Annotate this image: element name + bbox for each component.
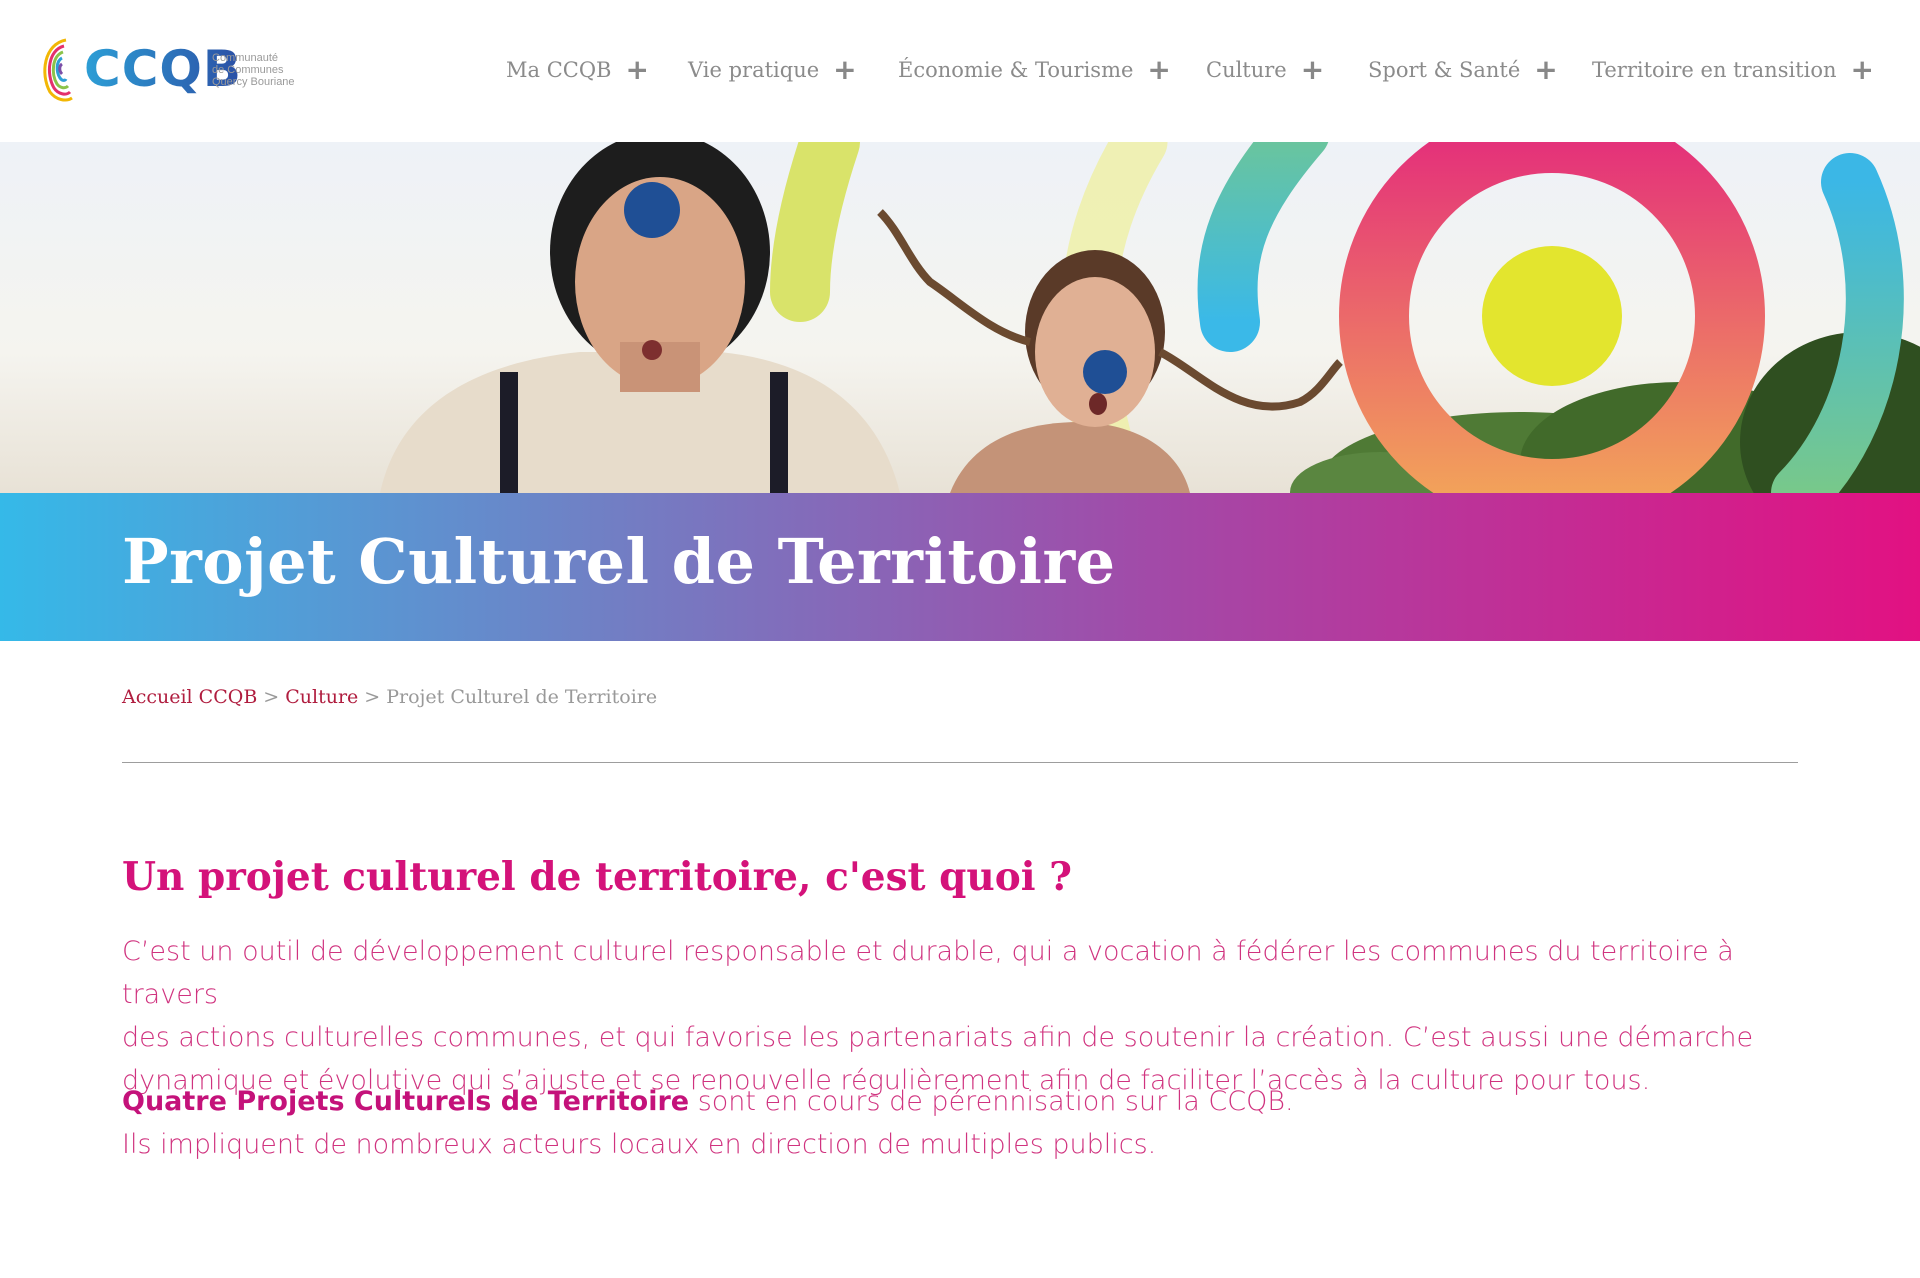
logo-subtitle: Communauté de Communes Quercy Bouriane (212, 52, 322, 88)
breadcrumb-separator: > (263, 686, 280, 708)
section-divider (122, 762, 1798, 763)
nav-item-label: Vie pratique (688, 58, 820, 82)
nav-item-label: Culture (1206, 58, 1287, 82)
nav-item-label: Économie & Tourisme (898, 58, 1134, 82)
breadcrumb-separator: > (364, 686, 381, 708)
breadcrumb-current: Projet Culturel de Territoire (386, 686, 658, 708)
logo-mark-icon (43, 38, 73, 102)
plus-icon[interactable]: + (1301, 56, 1324, 84)
hero-illustration (380, 142, 1920, 493)
plus-icon[interactable]: + (1534, 56, 1557, 84)
logo-subtitle-line: Communauté (212, 52, 279, 64)
nav-item-ma-ccqb[interactable]: Ma CCQB + (506, 56, 649, 84)
nav-item-economie-tourisme[interactable]: Économie & Tourisme + (898, 56, 1171, 84)
paragraph-line: C’est un outil de développement culturel… (122, 936, 1734, 1010)
breadcrumb-home-link[interactable]: Accueil CCQB (122, 686, 257, 708)
nav-item-label: Sport & Santé (1368, 58, 1521, 82)
nav-item-culture[interactable]: Culture + (1206, 56, 1324, 84)
site-header: CCQB Communauté de Communes Quercy Bouri… (0, 0, 1920, 142)
nav-item-vie-pratique[interactable]: Vie pratique + (688, 56, 857, 84)
intro-paragraph: C’est un outil de développement culturel… (122, 930, 1822, 1102)
page-title-banner: Projet Culturel de Territoire (0, 493, 1920, 641)
nav-item-territoire-en-transition[interactable]: Territoire en transition + (1592, 56, 1874, 84)
plus-icon[interactable]: + (833, 56, 856, 84)
paragraph-line: des actions culturelles communes, et qui… (122, 1022, 1754, 1053)
logo-subtitle-line: de Communes (212, 64, 284, 76)
breadcrumb-culture-link[interactable]: Culture (285, 686, 358, 708)
nav-item-label: Ma CCQB (506, 58, 612, 82)
plus-icon[interactable]: + (1851, 56, 1874, 84)
paragraph-text: sont en cours de pérennisation sur la CC… (689, 1086, 1294, 1117)
projects-paragraph: Quatre Projets Culturels de Territoire s… (122, 1080, 1822, 1166)
logo-subtitle-line: Quercy Bouriane (212, 76, 295, 88)
projects-count-highlight: Quatre Projets Culturels de Territoire (122, 1086, 690, 1117)
page-title: Projet Culturel de Territoire (122, 525, 1116, 598)
breadcrumb: Accueil CCQB > Culture > Projet Culturel de … (122, 686, 657, 708)
paragraph-line: Ils impliquent de nombreux acteurs locau… (122, 1129, 1157, 1160)
nav-item-label: Territoire en transition (1592, 58, 1837, 82)
ccqb-logo[interactable]: CCQB Communauté de Communes Quercy Bouri… (36, 34, 316, 114)
paragraph-line: Quatre Projets Culturels de Territoire s… (122, 1080, 1822, 1123)
hero-image (0, 142, 1920, 493)
plus-icon[interactable]: + (625, 56, 648, 84)
section-heading: Un projet culturel de territoire, c'est … (122, 854, 1073, 900)
nav-item-sport-sante[interactable]: Sport & Santé + (1368, 56, 1558, 84)
plus-icon[interactable]: + (1147, 56, 1170, 84)
